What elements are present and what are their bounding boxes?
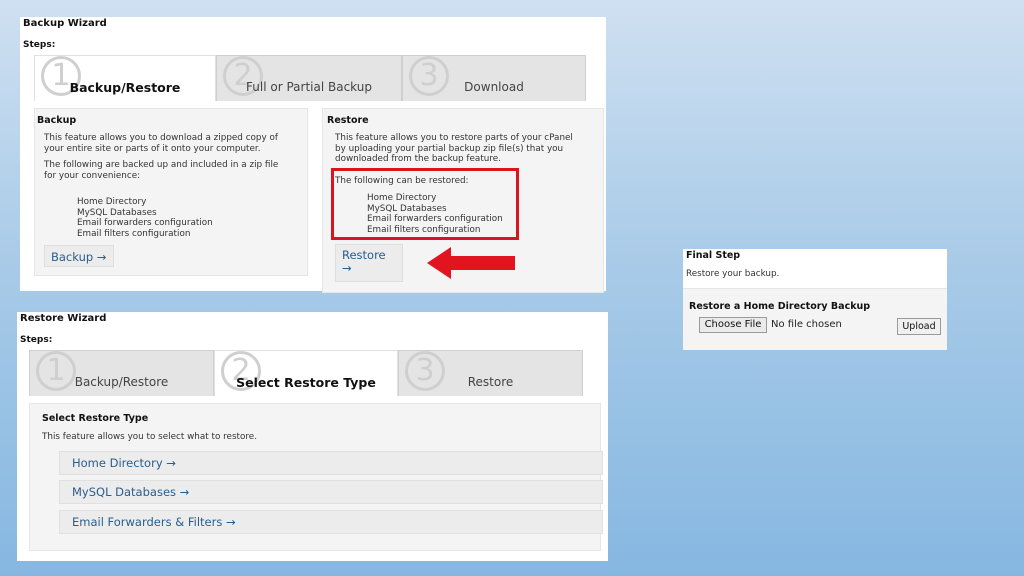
tab-backup-restore[interactable]: 1 Backup/Restore	[34, 55, 216, 101]
restore-list-intro: The following can be restored:	[335, 176, 469, 186]
restore-description: This feature allows you to restore parts…	[335, 133, 601, 165]
file-status: No file chosen	[771, 319, 842, 330]
steps-label: Steps:	[23, 40, 56, 50]
desc-line: The following are backed up and included…	[44, 160, 279, 170]
restore-heading: Restore	[327, 115, 369, 126]
restore-wizard-panel: Restore Wizard Steps: 1 Backup/Restore 2…	[17, 312, 608, 561]
mysql-databases-option[interactable]: MySQL Databases →	[59, 480, 603, 504]
tab-label: Restore	[467, 375, 514, 389]
section-heading: Select Restore Type	[42, 413, 149, 424]
tab-backup-restore[interactable]: 1 Backup/Restore	[29, 350, 214, 396]
choose-file-button[interactable]: Choose File	[699, 317, 767, 333]
tab-label: Download	[464, 80, 524, 94]
backup-button[interactable]: Backup →	[44, 245, 114, 267]
tab-restore[interactable]: 3 Restore	[398, 350, 583, 396]
list-item: MySQL Databases	[77, 207, 157, 218]
tab-label: Backup/Restore	[69, 80, 181, 95]
desc-line: by uploading your partial backup zip fil…	[335, 143, 564, 154]
desc-line: for your convenience:	[44, 170, 141, 181]
upload-section: Restore a Home Directory Backup Choose F…	[683, 288, 947, 350]
restore-wizard-title: Restore Wizard	[20, 313, 107, 324]
desc-line: This feature allows you to download a zi…	[44, 133, 278, 143]
backup-steps-tabs: 1 Backup/Restore 2 Full or Partial Backu…	[34, 55, 586, 101]
tab-download[interactable]: 3 Download	[402, 55, 586, 101]
backup-section: Backup This feature allows you to downlo…	[34, 108, 308, 276]
final-step-title: Final Step	[686, 250, 741, 261]
desc-line: downloaded from the backup feature.	[335, 154, 501, 164]
arrow-right-icon: →	[342, 261, 352, 275]
list-item: Home Directory	[367, 193, 437, 203]
backup-wizard-title: Backup Wizard	[23, 18, 107, 29]
tab-label: Full or Partial Backup	[246, 80, 372, 94]
list-item: Email forwarders configuration	[367, 214, 503, 224]
red-arrow-icon	[427, 247, 515, 279]
list-item: Email filters configuration	[367, 224, 481, 235]
tab-full-or-partial-backup[interactable]: 2 Full or Partial Backup	[216, 55, 402, 101]
tab-label: Select Restore Type	[236, 375, 376, 390]
restore-button[interactable]: Restore →	[335, 244, 403, 282]
restore-items-list: Home Directory MySQL Databases Email for…	[367, 193, 503, 235]
upload-button[interactable]: Upload	[897, 318, 941, 335]
email-forwarders-filters-option[interactable]: Email Forwarders & Filters →	[59, 510, 603, 534]
list-item: Email forwarders configuration	[77, 218, 213, 228]
tab-select-restore-type[interactable]: 2 Select Restore Type	[214, 350, 398, 396]
desc-line: This feature allows you to restore parts…	[335, 133, 573, 143]
backup-wizard-panel: Backup Wizard Steps: 1 Backup/Restore 2 …	[20, 17, 606, 293]
backup-items-list: Home Directory MySQL Databases Email for…	[77, 197, 213, 239]
steps-label: Steps:	[20, 335, 53, 345]
backup-heading: Backup	[37, 115, 77, 126]
list-item: Email filters configuration	[77, 228, 191, 239]
desc-line: your entire site or parts of it onto you…	[44, 143, 261, 154]
section-description: This feature allows you to select what t…	[42, 432, 257, 442]
upload-heading: Restore a Home Directory Backup	[689, 301, 871, 312]
home-directory-option[interactable]: Home Directory →	[59, 451, 603, 475]
backup-description: This feature allows you to download a zi…	[44, 133, 306, 181]
restore-section: Restore This feature allows you to resto…	[322, 108, 604, 293]
tab-label: Backup/Restore	[74, 375, 169, 389]
restore-steps-tabs: 1 Backup/Restore 2 Select Restore Type 3…	[29, 350, 583, 396]
final-step-subtitle: Restore your backup.	[686, 269, 780, 279]
list-item: Home Directory	[77, 197, 147, 207]
final-step-panel: Final Step Restore your backup. Restore …	[683, 249, 947, 350]
list-item: MySQL Databases	[367, 203, 447, 214]
